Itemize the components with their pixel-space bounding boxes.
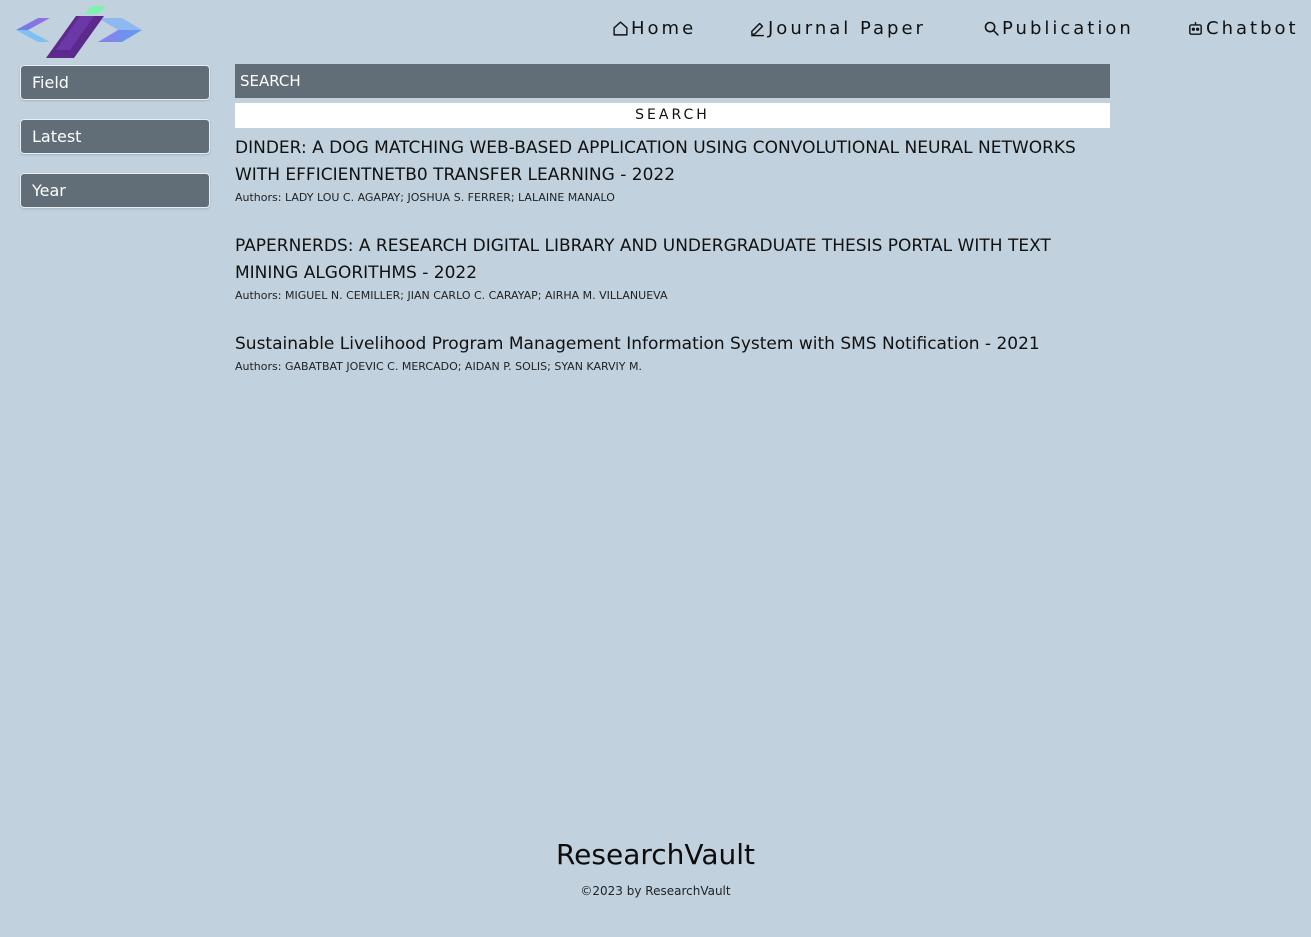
home-icon [613,21,628,36]
search-input[interactable] [235,64,1110,98]
nav-journal-paper[interactable]: Journal Paper [749,18,926,39]
result-title-link[interactable]: DINDER: A DOG MATCHING WEB-BASED APPLICA… [235,135,1115,189]
top-nav: Home Journal Paper Publication Chatbot [0,18,1311,46]
result-authors: Authors: GABATBAT JOEVIC C. MERCADO; AID… [235,360,642,373]
list-item: DINDER: A DOG MATCHING WEB-BASED APPLICA… [235,135,1115,206]
footer-copyright: ©2023 by ResearchVault [580,884,731,898]
list-item: Sustainable Livelihood Program Managemen… [235,331,1115,375]
nav-home[interactable]: Home [612,18,696,39]
search-button[interactable]: SEARCH [235,103,1110,128]
nav-publication[interactable]: Publication [983,18,1134,39]
filter-latest-button[interactable]: Latest [20,119,210,154]
nav-publication-label: Publication [1002,18,1134,39]
filter-field-button[interactable]: Field [20,65,210,100]
filter-year-button[interactable]: Year [20,173,210,208]
nav-chatbot[interactable]: Chatbot [1187,18,1299,39]
robot-icon [1189,22,1202,35]
result-authors: Authors: MIGUEL N. CEMILLER; JIAN CARLO … [235,289,668,302]
result-title-link[interactable]: Sustainable Livelihood Program Managemen… [235,331,1115,358]
results-list: DINDER: A DOG MATCHING WEB-BASED APPLICA… [235,135,1115,402]
nav-journal-label: Journal Paper [768,18,926,39]
list-item: PAPERNERDS: A RESEARCH DIGITAL LIBRARY A… [235,233,1115,304]
result-authors: Authors: LADY LOU C. AGAPAY; JOSHUA S. F… [235,191,615,204]
nav-chatbot-label: Chatbot [1206,18,1299,39]
nav-home-label: Home [631,18,697,39]
footer-brand: ResearchVault [555,838,756,871]
pencil-icon [751,22,764,37]
result-title-link[interactable]: PAPERNERDS: A RESEARCH DIGITAL LIBRARY A… [235,233,1115,287]
search-icon [984,21,999,36]
